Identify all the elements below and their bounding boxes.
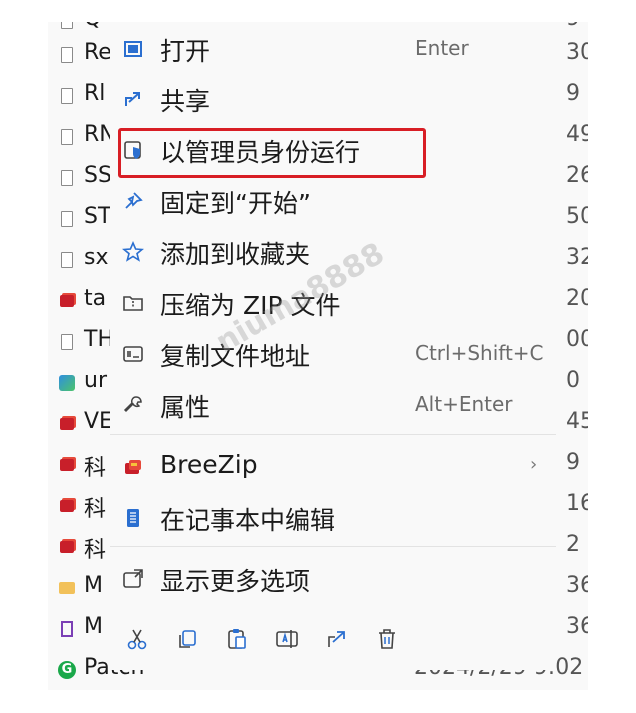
purple-file-icon xyxy=(61,621,73,637)
breezip-icon xyxy=(122,456,144,478)
shortcut-text: Enter xyxy=(415,36,469,60)
file-value: 30 xyxy=(566,40,588,65)
archive-icon xyxy=(60,541,74,553)
delete-icon[interactable] xyxy=(374,626,400,652)
file-value: 36 xyxy=(566,573,588,598)
file-name: 科 xyxy=(84,497,107,522)
file-name: ur xyxy=(84,368,107,393)
more-options-icon xyxy=(122,568,144,590)
archive-icon xyxy=(60,295,74,307)
folder-icon xyxy=(59,582,75,594)
file-value: 32 xyxy=(566,245,588,270)
menu-item-edit-in-notepad[interactable]: 在记事本中编辑 xyxy=(110,495,556,541)
menu-separator xyxy=(110,434,556,435)
menu-item-label: 显示更多选项 xyxy=(160,567,311,596)
chevron-right-icon: › xyxy=(530,454,538,475)
menu-item-label: 固定到“开始” xyxy=(160,189,311,218)
file-name: Q xyxy=(84,22,101,31)
document-icon xyxy=(61,211,73,227)
file-name: SS xyxy=(84,163,112,188)
file-name: Rl xyxy=(84,81,106,106)
menu-item-label: 在记事本中编辑 xyxy=(160,506,336,535)
file-value: 26 xyxy=(566,163,588,188)
file-value: 9 xyxy=(566,81,580,106)
menu-item-show-more-options[interactable]: 显示更多选项 xyxy=(110,556,556,602)
copy-icon[interactable] xyxy=(174,626,200,652)
share-icon xyxy=(122,88,144,110)
file-value: 2 xyxy=(566,532,580,557)
file-name: VE xyxy=(84,409,113,434)
file-value: 20 xyxy=(566,286,588,311)
file-value: 45 xyxy=(566,409,588,434)
action-bar xyxy=(110,618,556,658)
file-value: 16 xyxy=(566,491,588,516)
menu-item-label: 属性 xyxy=(160,393,211,422)
menu-item-label: BreeZip xyxy=(160,450,258,479)
menu-item-breezip[interactable]: BreeZip › xyxy=(110,444,556,490)
file-value: 50 xyxy=(566,204,588,229)
settings-file-icon xyxy=(61,334,73,350)
file-value: 0 xyxy=(566,368,580,393)
menu-item-copy-path[interactable]: 复制文件地址 Ctrl+Shift+C xyxy=(110,331,556,377)
pin-icon xyxy=(122,190,144,212)
file-name: ta xyxy=(84,286,107,311)
file-name: M xyxy=(84,614,103,639)
settings-file-icon xyxy=(61,252,73,268)
file-name: 科 xyxy=(84,538,107,563)
notepad-icon xyxy=(122,507,144,529)
shortcut-text: Ctrl+Shift+C xyxy=(415,341,544,365)
menu-item-label: 共享 xyxy=(160,87,211,116)
menu-item-pin-to-start[interactable]: 固定到“开始” xyxy=(110,178,556,224)
menu-item-properties[interactable]: 属性 Alt+Enter xyxy=(110,382,556,428)
highlight-box xyxy=(118,128,426,178)
file-value: 9 xyxy=(566,22,580,31)
paste-icon[interactable] xyxy=(224,626,250,652)
file-value: 9 xyxy=(566,450,580,475)
share-icon[interactable] xyxy=(324,626,350,652)
settings-file-icon xyxy=(61,129,73,145)
zip-folder-icon xyxy=(122,292,144,314)
document-icon xyxy=(61,47,73,63)
document-icon xyxy=(61,22,73,29)
copy-path-icon xyxy=(122,343,144,365)
file-name: ST xyxy=(84,204,112,229)
file-name: sx xyxy=(84,245,109,270)
green-app-icon: G xyxy=(58,661,76,679)
file-name: M xyxy=(84,573,103,598)
cut-icon[interactable] xyxy=(124,626,150,652)
archive-icon xyxy=(60,500,74,512)
file-value: 49 xyxy=(566,122,588,147)
wrench-icon xyxy=(122,394,144,416)
settings-file-icon xyxy=(61,88,73,104)
archive-icon xyxy=(60,418,74,430)
settings-file-icon xyxy=(61,170,73,186)
network-shortcut-icon xyxy=(59,375,75,391)
file-value: 36 xyxy=(566,614,588,639)
star-icon xyxy=(121,240,145,263)
menu-item-label: 打开 xyxy=(160,37,211,66)
file-value: 00 xyxy=(566,327,588,352)
shortcut-text: Alt+Enter xyxy=(415,392,513,416)
menu-separator xyxy=(110,546,556,547)
menu-item-share[interactable]: 共享 xyxy=(110,76,556,122)
context-menu: 打开 Enter 共享 以管理员身份运行 固定到“开始” 添加到收藏夹 压缩为 … xyxy=(110,22,556,670)
archive-icon xyxy=(60,459,74,471)
rename-icon[interactable] xyxy=(274,626,300,652)
file-name: Re xyxy=(84,40,112,65)
menu-item-open[interactable]: 打开 Enter xyxy=(110,26,556,72)
menu-item-label: 添加到收藏夹 xyxy=(160,240,311,269)
open-icon xyxy=(122,38,144,60)
file-name: 科 xyxy=(84,456,107,481)
